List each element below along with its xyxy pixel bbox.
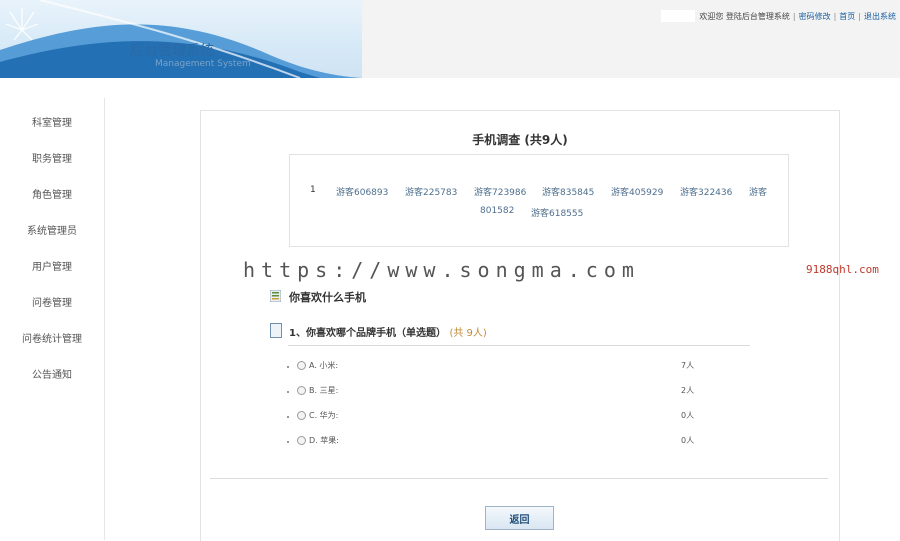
question-text: 1、你喜欢哪个品牌手机（单选题）	[289, 328, 446, 339]
back-button[interactable]: 返回	[485, 506, 554, 530]
radio-icon[interactable]	[297, 361, 306, 370]
footer-divider	[210, 478, 828, 479]
option-count: 0人	[681, 436, 695, 445]
visitor-link[interactable]: 游客322436	[680, 185, 732, 198]
survey-list-icon	[270, 290, 281, 302]
sidebar: 科室管理 职务管理 角色管理 系统管理员 用户管理 问卷管理 问卷统计管理 公告…	[0, 98, 105, 540]
logout-link[interactable]: 退出系统	[864, 11, 896, 22]
sidebar-item-position[interactable]: 职务管理	[0, 134, 104, 170]
sidebar-item-role[interactable]: 角色管理	[0, 170, 104, 206]
question-divider	[288, 345, 750, 346]
watermark-url: https://www.songma.com	[243, 258, 640, 282]
visitor-link[interactable]: 游客835845	[542, 185, 594, 198]
home-link[interactable]: 首页	[839, 11, 855, 22]
visitor-link[interactable]: 游客723986	[474, 185, 526, 198]
visitor-index: 1	[310, 185, 316, 195]
username-field	[661, 10, 696, 22]
visitor-link[interactable]: 游客225783	[405, 185, 457, 198]
question-count: (共 9人)	[449, 328, 487, 339]
sidebar-item-notices[interactable]: 公告通知	[0, 350, 104, 386]
sidebar-item-survey[interactable]: 问卷管理	[0, 278, 104, 314]
visitor-list: 1 游客606893 游客225783 游客723986 游客835845 游客…	[289, 154, 789, 247]
radio-icon[interactable]	[297, 436, 306, 445]
question-title: 1、你喜欢哪个品牌手机（单选题） (共 9人)	[289, 324, 487, 339]
sidebar-item-department[interactable]: 科室管理	[0, 98, 104, 134]
sidebar-item-admin[interactable]: 系统管理员	[0, 206, 104, 242]
change-password-link[interactable]: 密码修改	[799, 11, 831, 22]
survey-title: 你喜欢什么手机	[289, 291, 366, 304]
visitor-link[interactable]: 游客606893	[336, 185, 388, 198]
option-b[interactable]: B. 三星:	[297, 385, 338, 396]
system-title: 后台管理系统	[130, 43, 214, 59]
visitor-link[interactable]: 游客618555	[531, 206, 583, 219]
watermark-site: 9188qhl.com	[806, 263, 879, 276]
sidebar-item-users[interactable]: 用户管理	[0, 242, 104, 278]
option-label: C. 华为:	[309, 411, 339, 420]
option-label: B. 三星:	[309, 386, 339, 395]
option-label: A. 小米:	[309, 361, 339, 370]
top-nav: 欢迎您 登陆后台管理系统 | 密码修改 | 首页 | 退出系统	[661, 10, 896, 22]
panel-title: 手机调查 (共9人)	[472, 133, 568, 147]
radio-icon[interactable]	[297, 411, 306, 420]
visitor-link[interactable]: 801582	[480, 206, 514, 216]
option-c[interactable]: C. 华为:	[297, 410, 338, 421]
option-label: D. 苹果:	[309, 436, 339, 445]
option-count: 7人	[681, 361, 695, 370]
dandelion-logo-icon	[5, 8, 39, 41]
system-subtitle: Management System	[155, 59, 251, 69]
welcome-text: 欢迎您 登陆后台管理系统	[699, 11, 790, 21]
option-a[interactable]: A. 小米:	[297, 360, 338, 371]
question-doc-icon	[270, 323, 282, 338]
sidebar-item-survey-stats[interactable]: 问卷统计管理	[0, 314, 104, 350]
option-count: 0人	[681, 411, 695, 420]
radio-icon[interactable]	[297, 386, 306, 395]
option-count: 2人	[681, 386, 695, 395]
visitor-link[interactable]: 游客	[749, 185, 767, 198]
visitor-link[interactable]: 游客405929	[611, 185, 663, 198]
top-header: 后台管理系统 Management System 欢迎您 登陆后台管理系统 | …	[0, 0, 900, 78]
brand-banner: 后台管理系统 Management System	[0, 0, 362, 78]
option-d[interactable]: D. 苹果:	[297, 435, 339, 446]
